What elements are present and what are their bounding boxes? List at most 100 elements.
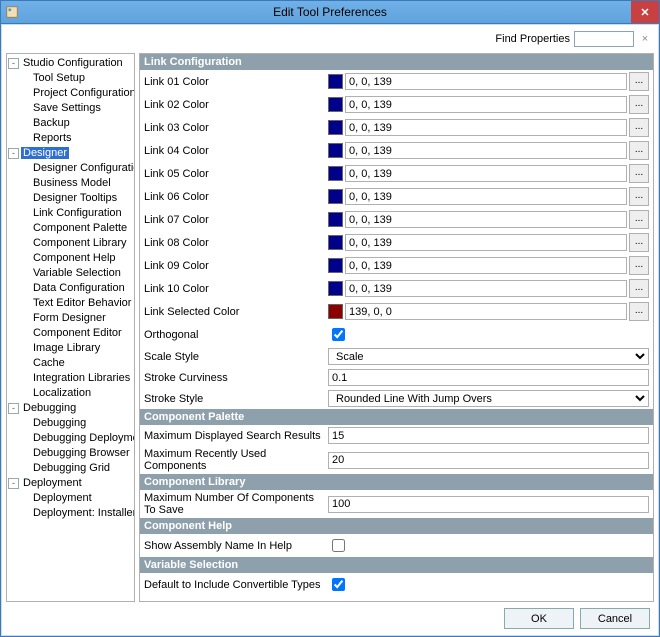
color-input[interactable] <box>345 280 627 297</box>
cancel-button[interactable]: Cancel <box>580 608 650 629</box>
color-picker-button[interactable]: ... <box>629 164 649 183</box>
tree-node[interactable]: Backup <box>8 116 133 131</box>
tree-node[interactable]: -Studio Configuration <box>8 56 133 71</box>
tree-node[interactable]: Deployment <box>8 491 133 506</box>
color-input[interactable] <box>345 188 627 205</box>
tree-label: Image Library <box>31 342 102 354</box>
expand-icon[interactable]: - <box>8 403 19 414</box>
tree-node[interactable]: -Designer <box>8 146 133 161</box>
tree-node[interactable]: Form Designer <box>8 311 133 326</box>
tree-label: Studio Configuration <box>21 57 125 69</box>
tree-node[interactable]: Component Palette <box>8 221 133 236</box>
checkbox[interactable] <box>332 328 345 341</box>
settings-panel[interactable]: Link ConfigurationLink 01 Color...Link 0… <box>139 53 654 602</box>
text-input[interactable] <box>328 427 649 444</box>
tree-label: Deployment <box>31 492 94 504</box>
ok-button[interactable]: OK <box>504 608 574 629</box>
tree-node[interactable]: Component Library <box>8 236 133 251</box>
color-input[interactable] <box>345 142 627 159</box>
tree-node[interactable]: Component Editor <box>8 326 133 341</box>
tree-node[interactable]: Text Editor Behavior <box>8 296 133 311</box>
color-picker-button[interactable]: ... <box>629 210 649 229</box>
tree-node[interactable]: Designer Configuration <box>8 161 133 176</box>
setting-label: Link 01 Color <box>144 76 324 88</box>
text-input[interactable] <box>328 452 649 469</box>
color-swatch <box>328 281 343 296</box>
color-swatch <box>328 189 343 204</box>
tree-node[interactable]: Component Help <box>8 251 133 266</box>
color-picker-button[interactable]: ... <box>629 118 649 137</box>
color-input[interactable] <box>345 96 627 113</box>
expand-icon[interactable]: - <box>8 148 19 159</box>
tree-label: Variable Selection <box>31 267 123 279</box>
tree-node[interactable]: Project Configuration <box>8 86 133 101</box>
tree-node[interactable]: Debugging Browser <box>8 446 133 461</box>
color-picker-button[interactable]: ... <box>629 141 649 160</box>
setting-label: Maximum Displayed Search Results <box>144 430 324 442</box>
nav-tree[interactable]: -Studio ConfigurationTool SetupProject C… <box>6 53 135 602</box>
color-input[interactable] <box>345 119 627 136</box>
tree-node[interactable]: Tool Setup <box>8 71 133 86</box>
expand-icon[interactable]: - <box>8 58 19 69</box>
tree-node[interactable]: Save Settings <box>8 101 133 116</box>
select-input[interactable]: Rounded Line With Jump Overs <box>328 390 649 407</box>
tree-label: Debugging Grid <box>31 462 112 474</box>
tree-node[interactable]: Designer Tooltips <box>8 191 133 206</box>
checkbox[interactable] <box>332 539 345 552</box>
tree-node[interactable]: Cache <box>8 356 133 371</box>
tree-label: Designer Tooltips <box>31 192 119 204</box>
tree-node[interactable]: Reports <box>8 131 133 146</box>
setting-row: Maximum Displayed Search Results <box>140 425 653 446</box>
color-input[interactable] <box>345 303 627 320</box>
tree-label: Deployment: Installer <box>31 507 135 519</box>
window: Edit Tool Preferences ✕ Find Properties … <box>0 0 660 637</box>
tree-node[interactable]: Deployment: Installer <box>8 506 133 521</box>
tree-node[interactable]: Variable Selection <box>8 266 133 281</box>
tree-node[interactable]: Link Configuration <box>8 206 133 221</box>
tree-node[interactable]: Localization <box>8 386 133 401</box>
checkbox[interactable] <box>332 578 345 591</box>
setting-row: Maximum Number Of Components To Save <box>140 490 653 518</box>
select-input[interactable]: Scale <box>328 348 649 365</box>
color-input[interactable] <box>345 211 627 228</box>
color-swatch <box>328 97 343 112</box>
tree-label: Component Editor <box>31 327 124 339</box>
tree-label: Tool Setup <box>31 72 87 84</box>
tree-node[interactable]: Data Configuration <box>8 281 133 296</box>
clear-find-icon[interactable]: × <box>638 33 652 45</box>
tree-label: Component Help <box>31 252 118 264</box>
text-input[interactable] <box>328 496 649 513</box>
tree-node[interactable]: Debugging Grid <box>8 461 133 476</box>
setting-row: Link 05 Color... <box>140 162 653 185</box>
tree-node[interactable]: Image Library <box>8 341 133 356</box>
expand-icon[interactable]: - <box>8 478 19 489</box>
window-title: Edit Tool Preferences <box>1 5 659 19</box>
tree-node[interactable]: -Debugging <box>8 401 133 416</box>
color-picker-button[interactable]: ... <box>629 72 649 91</box>
color-input[interactable] <box>345 165 627 182</box>
setting-label: Stroke Style <box>144 393 324 405</box>
tree-node[interactable]: Integration Libraries <box>8 371 133 386</box>
tree-label: Project Configuration <box>31 87 135 99</box>
tree-label: Backup <box>31 117 72 129</box>
color-picker-button[interactable]: ... <box>629 233 649 252</box>
color-input[interactable] <box>345 257 627 274</box>
find-input[interactable] <box>574 31 634 47</box>
color-picker-button[interactable]: ... <box>629 279 649 298</box>
tree-label: Component Palette <box>31 222 129 234</box>
color-input[interactable] <box>345 73 627 90</box>
tree-node[interactable]: Debugging <box>8 416 133 431</box>
color-input[interactable] <box>345 234 627 251</box>
setting-row: Link 06 Color... <box>140 185 653 208</box>
color-picker-button[interactable]: ... <box>629 95 649 114</box>
tree-node[interactable]: -Deployment <box>8 476 133 491</box>
close-button[interactable]: ✕ <box>631 1 659 23</box>
setting-label: Orthogonal <box>144 329 324 341</box>
color-picker-button[interactable]: ... <box>629 256 649 275</box>
tree-node[interactable]: Business Model <box>8 176 133 191</box>
tree-node[interactable]: Debugging Deployment <box>8 431 133 446</box>
text-input[interactable] <box>328 369 649 386</box>
setting-label: Link 02 Color <box>144 99 324 111</box>
color-picker-button[interactable]: ... <box>629 302 649 321</box>
color-picker-button[interactable]: ... <box>629 187 649 206</box>
